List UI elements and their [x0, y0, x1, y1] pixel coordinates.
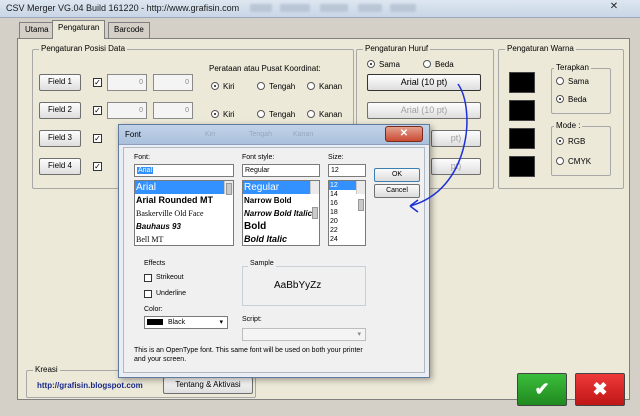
huruf-beda-radio[interactable]: Beda: [423, 59, 454, 69]
about-button[interactable]: Tentang & Aktivasi: [163, 377, 253, 394]
style-list-scrollbar[interactable]: [310, 181, 319, 219]
align-tengah-radio-1[interactable]: Tengah: [257, 81, 295, 91]
style-input[interactable]: Regular: [242, 164, 320, 177]
terapkan-legend: Terapkan: [554, 63, 591, 72]
color-swatch-3[interactable]: [509, 128, 535, 149]
field-3-checkbox[interactable]: ✓: [93, 134, 102, 143]
alignment-label: Perataan atau Pusat Koordinat:: [209, 64, 321, 73]
ok-button[interactable]: ✔: [517, 373, 567, 406]
field-2-button[interactable]: Field 2: [39, 102, 81, 119]
size-input[interactable]: 12: [328, 164, 366, 177]
color-label: Color:: [144, 306, 163, 313]
strikeout-label: Strikeout: [156, 274, 184, 281]
huruf-sama-radio[interactable]: Sama: [367, 59, 400, 69]
mode-cmyk-radio[interactable]: CMYK: [556, 156, 591, 166]
tab-pengaturan[interactable]: Pengaturan: [52, 20, 106, 39]
group-terapkan: Terapkan Sama Beda: [551, 63, 611, 114]
script-label: Script:: [242, 316, 262, 323]
font-dialog-titlebar: Font Kiri Tengah Kanan ✕: [119, 125, 429, 145]
font-item-arial-rounded[interactable]: Arial Rounded MT: [135, 194, 233, 207]
color-swatch-1[interactable]: [509, 72, 535, 93]
tab-barcode[interactable]: Barcode: [108, 22, 150, 38]
group-mode: Mode : RGB CMYK: [551, 121, 611, 176]
size-list[interactable]: 12 14 16 18 20 22 24: [328, 180, 366, 246]
underline-label: Underline: [156, 290, 186, 297]
window-title: CSV Merger VG.04 Build 161220 - http://w…: [6, 3, 240, 13]
window-close-button[interactable]: ✕: [606, 0, 622, 14]
field-1-button[interactable]: Field 1: [39, 74, 81, 91]
size-item-22[interactable]: 22: [329, 226, 365, 235]
size-item-20[interactable]: 20: [329, 217, 365, 226]
font-dialog-body: Font: Arial Arial Arial Rounded MT Baske…: [123, 147, 425, 373]
field-2-checkbox[interactable]: ✓: [93, 106, 102, 115]
font-item-bell-mt[interactable]: Bell MT: [135, 233, 233, 245]
align-tengah-radio-2[interactable]: Tengah: [257, 109, 295, 119]
mode-legend: Mode :: [554, 121, 583, 130]
group-warna: Pengaturan Warna Terapkan Sama Beda Mode…: [498, 44, 624, 189]
blurred-toolbar: [250, 2, 420, 14]
align-kanan-radio-2[interactable]: Kanan: [307, 109, 342, 119]
ghost-radio-kiri: Kiri: [205, 131, 216, 138]
kreasi-legend: Kreasi: [33, 365, 60, 374]
size-label: Size:: [328, 154, 344, 161]
group-huruf-legend: Pengaturan Huruf: [363, 44, 431, 53]
font-item-bauhaus[interactable]: Bauhaus 93: [135, 220, 233, 233]
field-4-button[interactable]: Field 4: [39, 158, 81, 175]
tab-utama[interactable]: Utama: [19, 22, 55, 38]
chevron-down-icon: ▾: [219, 319, 223, 326]
field-4-checkbox[interactable]: ✓: [93, 162, 102, 171]
font-dialog: Font Kiri Tengah Kanan ✕ Font: Arial Ari…: [118, 124, 430, 378]
mode-rgb-radio[interactable]: RGB: [556, 136, 585, 146]
sample-text: AaBbYyZz: [274, 280, 322, 291]
group-warna-legend: Pengaturan Warna: [505, 44, 576, 53]
field-2-y-input[interactable]: 0: [153, 102, 193, 119]
annotation-arrow: [409, 83, 468, 213]
font-item-baskerville[interactable]: Baskerville Old Face: [135, 207, 233, 220]
font-name-input[interactable]: Arial: [134, 164, 234, 177]
font-list-scrollbar[interactable]: [224, 181, 233, 195]
style-item-narrow-bold-italic[interactable]: Narrow Bold Italic: [243, 207, 319, 220]
opentype-note: This is an OpenType font. This same font…: [134, 347, 363, 363]
kreasi-link[interactable]: http://grafisin.blogspot.com: [37, 381, 143, 390]
style-list[interactable]: Regular Narrow Bold Narrow Bold Italic B…: [242, 180, 320, 246]
window-titlebar: CSV Merger VG.04 Build 161220 - http://w…: [0, 0, 640, 18]
ghost-radio-tengah: Tengah: [249, 131, 272, 138]
font-dialog-title: Font: [125, 130, 142, 139]
align-kiri-radio-2[interactable]: Kiri: [211, 109, 235, 119]
color-select[interactable]: Black ▾: [144, 316, 228, 329]
font-item-arial[interactable]: Arial: [135, 181, 233, 194]
align-kiri-radio-1[interactable]: Kiri: [211, 81, 235, 91]
color-swatch-4[interactable]: [509, 156, 535, 177]
color-swatch-2[interactable]: [509, 100, 535, 121]
field-1-y-input[interactable]: 0: [153, 74, 193, 91]
underline-checkbox[interactable]: [144, 290, 152, 298]
style-label: Font style:: [242, 154, 275, 161]
field-3-button[interactable]: Field 3: [39, 130, 81, 147]
effects-label: Effects: [144, 260, 166, 267]
font-list[interactable]: Arial Arial Rounded MT Baskerville Old F…: [134, 180, 234, 246]
field-2-x-input[interactable]: 0: [107, 102, 147, 119]
font-label: Font:: [134, 154, 150, 161]
field-1-x-input[interactable]: 0: [107, 74, 147, 91]
group-posisi-legend: Pengaturan Posisi Data: [39, 44, 128, 53]
style-item-regular[interactable]: Regular: [243, 181, 319, 194]
align-kanan-radio-1[interactable]: Kanan: [307, 81, 342, 91]
field-1-checkbox[interactable]: ✓: [93, 78, 102, 87]
ghost-radio-kanan: Kanan: [293, 131, 314, 138]
sample-label: Sample: [248, 260, 276, 267]
style-item-bold-italic[interactable]: Bold Italic: [243, 233, 319, 245]
script-chevron-down-icon: ▾: [357, 331, 361, 338]
terapkan-beda-radio[interactable]: Beda: [556, 94, 587, 104]
script-select[interactable]: ▾: [242, 328, 366, 341]
size-list-scrollbar[interactable]: [356, 181, 365, 211]
terapkan-sama-radio[interactable]: Sama: [556, 76, 589, 86]
cancel-button[interactable]: ✖: [575, 373, 625, 406]
strikeout-checkbox[interactable]: [144, 274, 152, 282]
color-chip: [147, 319, 163, 326]
style-item-bold[interactable]: Bold: [243, 220, 319, 233]
size-item-24[interactable]: 24: [329, 235, 365, 244]
style-item-narrow-bold[interactable]: Narrow Bold: [243, 194, 319, 207]
